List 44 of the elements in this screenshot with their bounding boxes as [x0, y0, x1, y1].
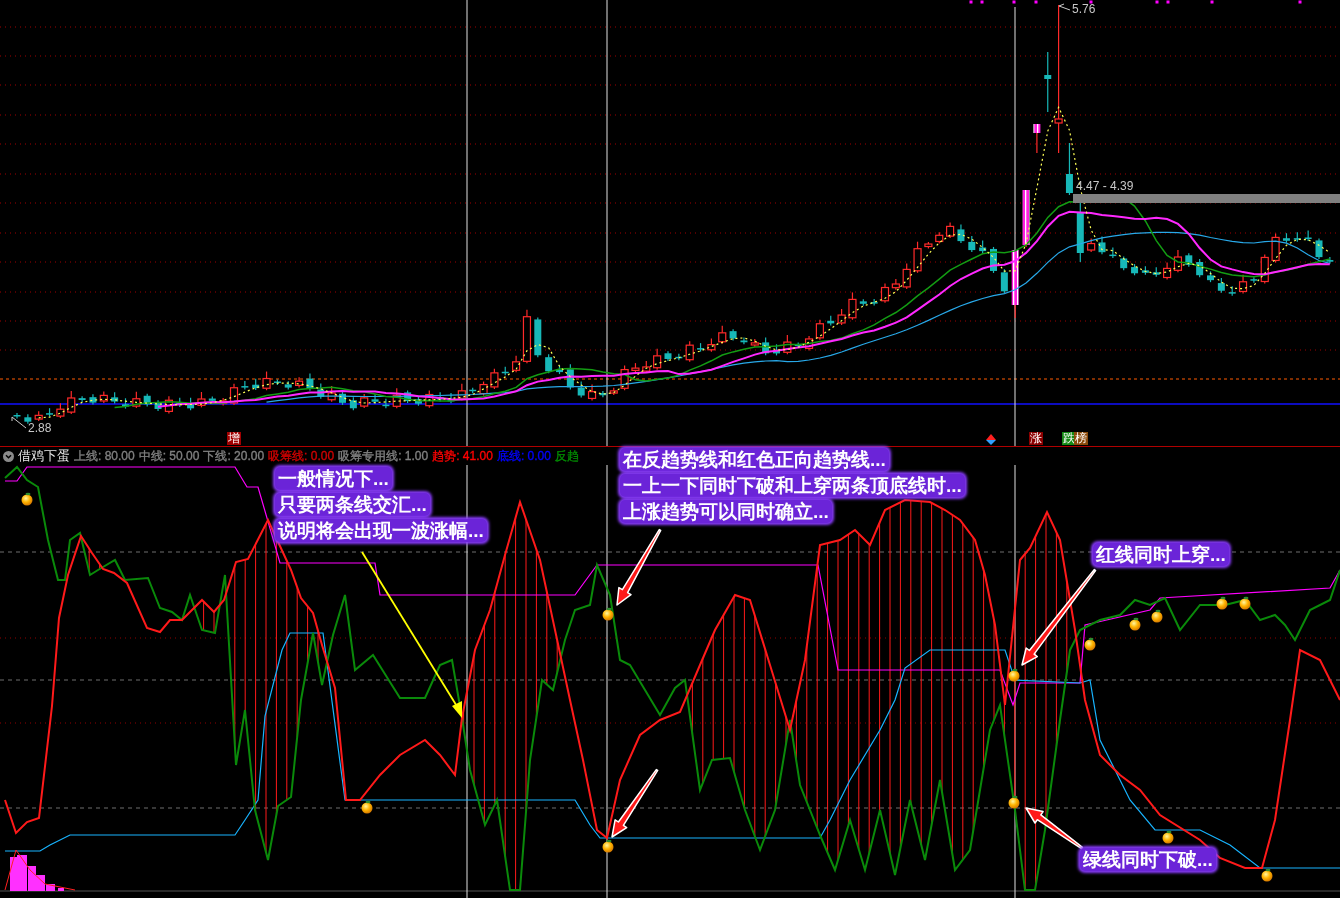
indicator-value: 下线: 20.00 — [203, 449, 265, 463]
indicator-value: 反趋 — [554, 449, 579, 463]
triangle-marker-icon — [986, 434, 996, 445]
price-label: 2.88 — [28, 422, 52, 435]
leader-line — [1058, 3, 1071, 11]
indicator-value: 底线: 0.00 — [496, 449, 551, 463]
ball-marker-icon — [1216, 596, 1228, 610]
pointer-arrow — [611, 768, 659, 838]
hatch-drawing — [203, 601, 215, 634]
annotation-text: 绿线同时下破... — [1080, 848, 1216, 871]
leader-line — [11, 416, 27, 429]
indicator-value: 趋势: 41.00 — [432, 449, 493, 463]
ball-marker-icon — [1239, 596, 1251, 610]
annotation-text: 在反趋势线和红色正向趋势线... — [620, 448, 889, 471]
ball-marker-icon — [21, 492, 33, 506]
ball-marker-icon — [1084, 637, 1096, 651]
signal-tag: 榜 — [1074, 432, 1088, 445]
ball-marker-icon — [602, 607, 614, 621]
annotation-text: 上涨趋势可以同时确立... — [620, 500, 832, 523]
price-label: 5.76 — [1072, 3, 1096, 16]
ball-marker-icon — [1008, 668, 1020, 682]
pointer-arrow — [1025, 807, 1084, 850]
annotation-text: 一般情况下... — [275, 467, 392, 490]
ball-marker-icon — [1008, 795, 1020, 809]
annotation-text: 一上一下同时下破和上穿两条顶底线时... — [620, 474, 965, 497]
chevron-down-icon[interactable] — [3, 450, 14, 462]
indicator-value: 吸筹专用线: 1.00 — [338, 449, 429, 463]
ball-marker-icon — [1261, 868, 1273, 882]
annotation-text: 说明将会出现一波涨幅... — [275, 519, 487, 542]
ball-marker-icon — [1129, 617, 1141, 631]
annotation-text: 红线同时上穿... — [1093, 543, 1229, 566]
indicator-name: 借鸡下蛋 — [18, 449, 70, 463]
signal-tag: 增 — [227, 432, 241, 445]
ball-marker-icon — [1151, 609, 1163, 623]
indicator-value: 吸筹线: 0.00 — [268, 449, 335, 463]
signal-tag: 涨 — [1029, 432, 1043, 445]
annotation-text: 只要两条线交汇... — [275, 493, 430, 516]
ball-marker-icon — [361, 800, 373, 814]
ball-marker-icon — [1162, 830, 1174, 844]
histogram-bar — [58, 888, 64, 891]
indicator-value: 上线: 80.00 — [74, 449, 135, 463]
indicator-value: 中线: 50.00 — [138, 449, 200, 463]
ball-marker-icon — [602, 839, 614, 853]
price-label: 4.47 - 4.39 — [1076, 180, 1134, 193]
